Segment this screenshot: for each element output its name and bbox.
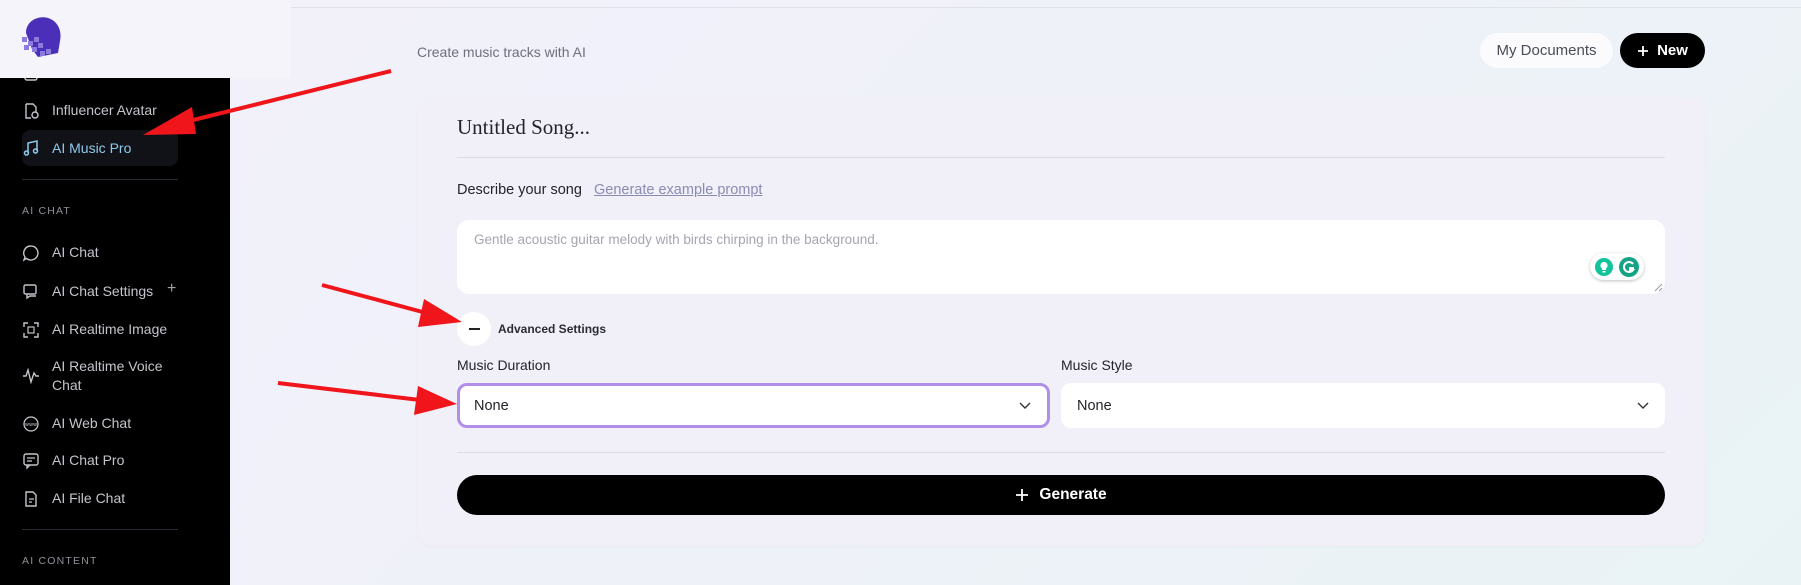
card-divider	[457, 452, 1665, 453]
describe-song-label: Describe your song	[457, 182, 582, 198]
sidebar-item-label: AI Music Pro	[52, 139, 132, 156]
generate-button[interactable]: Generate	[457, 475, 1665, 515]
sidebar-item-label: AI Realtime Image	[52, 321, 168, 337]
resize-handle-icon[interactable]	[1654, 283, 1663, 292]
voice-wave-icon	[22, 367, 40, 385]
music-style-select[interactable]: None	[1061, 383, 1665, 428]
song-prompt-input[interactable]	[457, 220, 1665, 294]
music-duration-value: None	[474, 397, 509, 414]
avatar-star-icon	[22, 102, 40, 120]
sidebar-item-ai-chat-pro[interactable]: AI Chat Pro	[22, 451, 124, 470]
plus-icon	[1638, 45, 1649, 56]
music-duration-label: Music Duration	[457, 357, 551, 373]
sidebar-item-ai-chat-settings[interactable]: AI Chat Settings	[22, 282, 153, 301]
minus-icon	[468, 328, 480, 330]
my-documents-button[interactable]: My Documents	[1480, 33, 1613, 68]
generate-example-prompt-link[interactable]: Generate example prompt	[594, 182, 762, 198]
music-note-icon	[22, 139, 40, 157]
sidebar-item-label: AI Chat Pro	[52, 452, 125, 468]
add-chat-setting-button[interactable]: +	[167, 280, 176, 298]
sidebar-item-label: AI Chat Settings	[52, 283, 154, 299]
sidebar-item-label: Influencer Avatar	[52, 102, 157, 118]
card-divider	[457, 157, 1665, 158]
song-title[interactable]: Untitled Song...	[457, 115, 590, 140]
music-duration-select[interactable]: None	[457, 383, 1050, 428]
realtime-image-icon	[22, 321, 40, 339]
file-chat-icon	[22, 490, 40, 508]
sidebar-item-label: AI Chat	[52, 244, 99, 260]
lightbulb-icon	[1595, 257, 1613, 276]
chat-pro-icon	[22, 452, 40, 470]
chevron-down-icon	[1019, 402, 1031, 409]
sidebar-item-ai-chat[interactable]: AI Chat	[22, 243, 99, 262]
plus-icon	[1016, 489, 1029, 501]
svg-text:www: www	[25, 422, 37, 428]
chat-settings-icon	[22, 283, 40, 301]
new-button[interactable]: New	[1620, 33, 1705, 68]
grammarly-widget[interactable]	[1590, 253, 1644, 280]
sidebar-item-ai-realtime-image[interactable]: AI Realtime Image	[22, 320, 167, 339]
generate-button-label: Generate	[1039, 486, 1107, 503]
music-style-label: Music Style	[1061, 357, 1133, 373]
logo-area	[0, 0, 291, 78]
sidebar-item-label: AI Web Chat	[52, 415, 132, 431]
sidebar: Influencer Avatar AI Music Pro AI CHAT A…	[0, 0, 230, 585]
advanced-settings-toggle[interactable]	[457, 312, 491, 346]
new-button-label: New	[1657, 42, 1688, 59]
grammarly-g-icon	[1619, 256, 1639, 277]
www-globe-icon: www	[22, 415, 40, 433]
page-subtitle: Create music tracks with AI	[417, 44, 586, 60]
sidebar-item-label: AI Realtime Voice Chat	[52, 358, 163, 393]
sidebar-item-influencer-avatar[interactable]: Influencer Avatar	[22, 101, 157, 120]
sidebar-item-ai-music-pro[interactable]: AI Music Pro	[22, 130, 178, 166]
top-divider	[291, 7, 1801, 8]
sidebar-item-ai-file-chat[interactable]: AI File Chat	[22, 489, 125, 508]
sidebar-divider	[22, 179, 178, 180]
chat-bubble-icon	[22, 244, 40, 262]
section-title-ai-content: AI CONTENT	[22, 555, 98, 567]
advanced-settings-label: Advanced Settings	[498, 322, 607, 336]
sidebar-item-label: AI File Chat	[52, 490, 126, 506]
sidebar-item-ai-web-chat[interactable]: www AI Web Chat	[22, 414, 131, 433]
chevron-down-icon	[1637, 402, 1649, 409]
section-title-ai-chat: AI CHAT	[22, 205, 72, 217]
sidebar-divider	[22, 529, 178, 530]
music-style-value: None	[1077, 397, 1112, 414]
sidebar-item-ai-realtime-voice-chat[interactable]: AI Realtime Voice Chat	[22, 357, 172, 395]
brand-logo-icon	[22, 17, 61, 57]
